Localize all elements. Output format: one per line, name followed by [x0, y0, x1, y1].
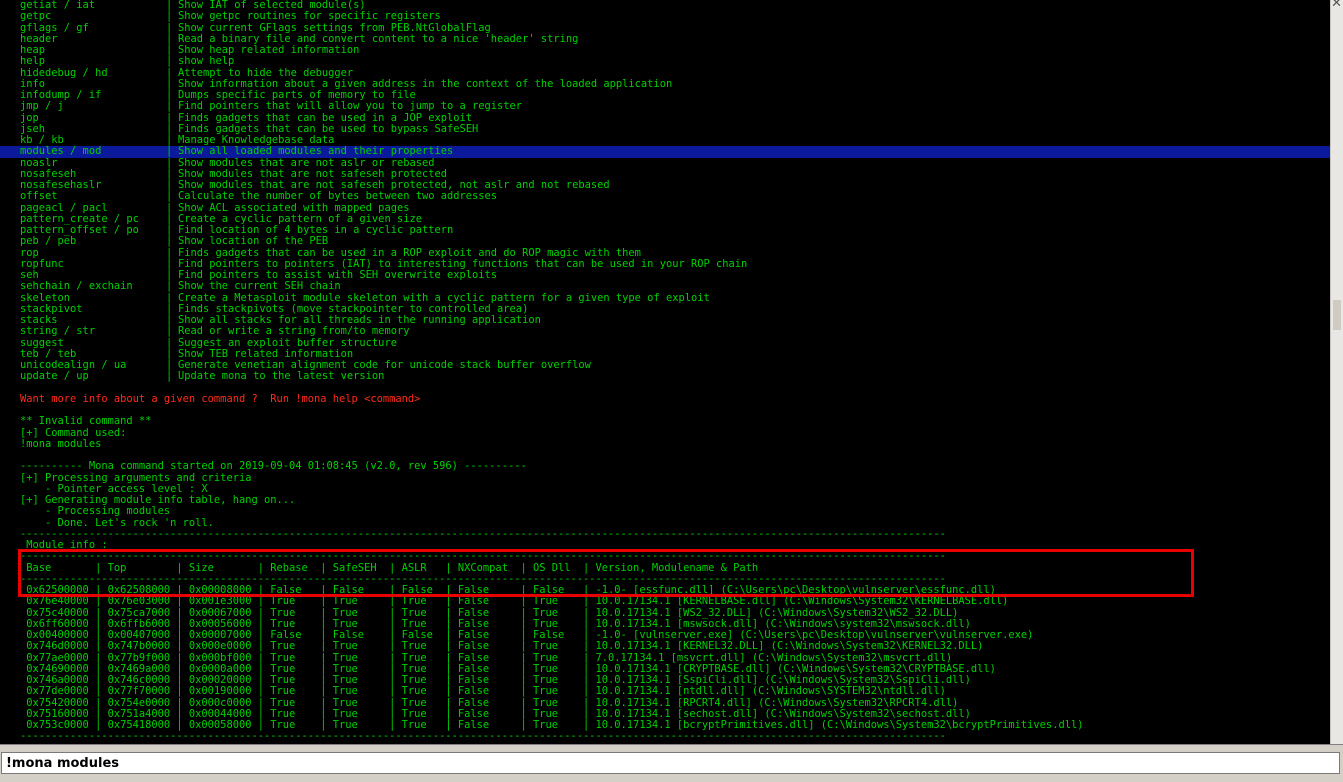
help-hint: Want more info about a given command ? R… — [20, 392, 421, 405]
help-row[interactable]: offset Calculate the number of bytes betw… — [0, 190, 1330, 203]
table-row[interactable]: 0x746d0000 | 0x747b0000 | 0x000e0000 | T… — [0, 640, 1330, 652]
command-description: Read or write a string from/to memory — [178, 325, 410, 338]
log-console[interactable]: getiat / iat Show IAT of selected module(… — [0, 0, 1330, 744]
status-line: [+] Generating module info table, hang o… — [20, 494, 296, 506]
help-row[interactable]: help show help | — [0, 55, 1330, 68]
help-row[interactable]: peb / peb Show location of the PEB | — [0, 235, 1330, 248]
command-description: Find pointers that will allow you to jum… — [178, 100, 523, 113]
help-row[interactable]: update / up Update mona to the latest ver… — [0, 370, 1330, 383]
table-row[interactable]: 0x77de0000 | 0x77f70000 | 0x00190000 | T… — [0, 685, 1330, 697]
command-description: Update mona to the latest version — [178, 370, 385, 383]
scrollbar-track[interactable] — [1333, 300, 1341, 330]
command-description: Show the current SEH chain — [178, 280, 341, 293]
table-row[interactable]: 0x76e40000 | 0x76e03000 | 0x001e3000 | T… — [0, 595, 1330, 607]
command-name: string / str — [20, 325, 96, 338]
help-row[interactable]: string / str Read or write a string from/… — [0, 325, 1330, 338]
help-row[interactable]: jmp / j Find pointers that will allow you… — [0, 100, 1330, 113]
separator-line: ----------------------------------------… — [20, 550, 946, 563]
command-input[interactable] — [1, 752, 1340, 774]
command-name: modules / mod — [20, 145, 102, 158]
command-name: jmp / j — [20, 100, 64, 113]
command-description: Calculate the number of bytes between tw… — [178, 190, 498, 203]
log-lines: getiat / iat Show IAT of selected module(… — [0, 0, 1330, 743]
command-bar — [0, 744, 1343, 782]
help-row[interactable]: getpc Show getpc routines for specific re… — [0, 10, 1330, 23]
command-name: getpc — [20, 10, 52, 23]
vertical-scrollbar[interactable]: ✕ — [1330, 0, 1343, 744]
command-name: offset — [20, 190, 58, 203]
command-name: sehchain / exchain — [20, 280, 133, 293]
command-description: show help — [178, 55, 235, 68]
command-name: update / up — [20, 370, 89, 383]
status-line: - Processing modules — [20, 505, 171, 518]
help-row[interactable]: modules / mod Show all loaded modules and… — [0, 145, 1330, 158]
command-description: Show getpc routines for specific registe… — [178, 10, 441, 23]
status-line: ---------- Mona command started on 2019-… — [20, 460, 527, 473]
command-name: help — [20, 55, 46, 68]
invalid-command-line: [+] Command used: — [20, 426, 127, 439]
separator-line: ----------------------------------------… — [20, 730, 946, 743]
invalid-command-line: ** Invalid command ** — [20, 415, 152, 428]
invalid-command-line: !mona modules — [20, 437, 102, 450]
separator-line: ----------------------------------------… — [20, 527, 946, 540]
command-description: Show location of the PEB — [178, 235, 329, 248]
command-name: peb / peb — [20, 235, 77, 248]
close-icon[interactable]: ✕ — [1331, 0, 1342, 11]
command-description: Show all loaded modules and their proper… — [178, 145, 454, 158]
help-row[interactable]: sehchain / exchain Show the current SEH c… — [0, 280, 1330, 293]
